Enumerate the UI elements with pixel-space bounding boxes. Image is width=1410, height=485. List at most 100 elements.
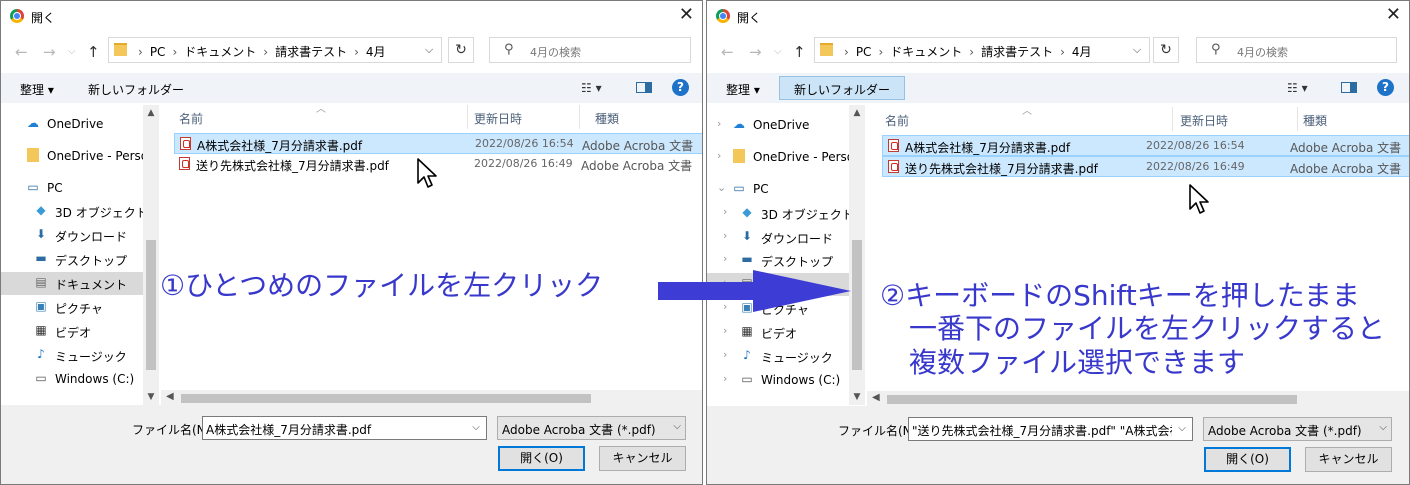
nav-item-3d-objects[interactable]: ◆ 3D オブジェクト bbox=[1, 200, 159, 223]
scroll-down-icon[interactable]: ▼ bbox=[849, 392, 865, 402]
help-icon[interactable]: ? bbox=[672, 79, 689, 96]
nav-item-onedrive-personal[interactable]: › OneDrive - Persor bbox=[707, 146, 865, 169]
nav-item-onedrive[interactable]: ☁ OneDrive bbox=[1, 113, 159, 136]
nav-item-3d-objects[interactable]: › ◆ 3D オブジェクト bbox=[707, 202, 865, 225]
scrollbar-thumb[interactable] bbox=[887, 395, 1297, 404]
chevron-right-icon[interactable]: › bbox=[723, 229, 727, 242]
recent-chevron-icon[interactable]: ⌵ bbox=[774, 46, 782, 57]
refresh-button[interactable]: ↻ bbox=[1153, 37, 1179, 63]
filetype-select[interactable]: Adobe Acroba 文書 (*.pdf) ⌵ bbox=[497, 416, 686, 440]
scroll-up-icon[interactable]: ▲ bbox=[849, 108, 865, 118]
scrollbar-thumb[interactable] bbox=[181, 394, 591, 403]
scroll-up-icon[interactable]: ▲ bbox=[143, 108, 159, 118]
nav-item-windows-c[interactable]: › ▭ Windows (C:) bbox=[707, 369, 865, 392]
chevron-right-icon[interactable]: › bbox=[723, 348, 727, 361]
column-type[interactable]: 種類 bbox=[1303, 112, 1327, 129]
view-options-icon[interactable]: ☷ ▾ bbox=[581, 81, 602, 95]
nav-item-downloads[interactable]: ⬇ ダウンロード bbox=[1, 224, 159, 247]
search-input[interactable]: ⚲ 4月の検索 bbox=[489, 37, 691, 63]
column-divider[interactable] bbox=[467, 105, 468, 129]
nav-item-onedrive[interactable]: › ☁ OneDrive bbox=[707, 114, 865, 137]
nav-item-onedrive-personal[interactable]: OneDrive - Persor bbox=[1, 145, 159, 168]
breadcrumb-april[interactable]: 4月 bbox=[1072, 45, 1092, 59]
column-divider[interactable] bbox=[1297, 107, 1298, 131]
scroll-left-icon[interactable]: ◀ bbox=[166, 391, 174, 402]
close-icon[interactable]: ✕ bbox=[1386, 5, 1401, 25]
new-folder-button[interactable]: 新しいフォルダー bbox=[779, 76, 906, 100]
breadcrumb-pc[interactable]: PC bbox=[856, 45, 872, 59]
chevron-right-icon[interactable]: › bbox=[723, 252, 727, 265]
scroll-left-icon[interactable]: ◀ bbox=[872, 392, 880, 403]
nav-item-music[interactable]: ♪ ミュージック bbox=[1, 344, 159, 367]
chevron-right-icon[interactable]: › bbox=[717, 117, 721, 130]
help-icon[interactable]: ? bbox=[1377, 79, 1394, 96]
up-icon[interactable]: ↑ bbox=[87, 43, 100, 61]
file-row[interactable]: 送り先株式会社様_7月分請求書.pdf 2022/08/26 16:49 Ado… bbox=[882, 156, 1409, 177]
forward-icon[interactable]: → bbox=[43, 43, 56, 61]
chevron-right-icon[interactable]: › bbox=[717, 149, 721, 162]
organize-button[interactable]: 整理 ▾ bbox=[20, 81, 54, 98]
close-icon[interactable]: ✕ bbox=[679, 5, 694, 25]
nav-item-pictures[interactable]: ▣ ピクチャ bbox=[1, 296, 159, 319]
scroll-down-icon[interactable]: ▼ bbox=[143, 392, 159, 402]
column-name[interactable]: 名前 bbox=[885, 112, 909, 129]
file-row[interactable]: A株式会社様_7月分請求書.pdf 2022/08/26 16:54 Adobe… bbox=[174, 133, 702, 154]
nav-item-pc[interactable]: ▭ PC bbox=[1, 177, 159, 200]
nav-item-downloads[interactable]: › ⬇ ダウンロード bbox=[707, 226, 865, 249]
nav-item-videos[interactable]: › ▦ ビデオ bbox=[707, 321, 865, 344]
cancel-button[interactable]: キャンセル bbox=[1305, 447, 1392, 472]
nav-item-desktop[interactable]: › ▬ デスクトップ bbox=[707, 249, 865, 272]
scrollbar-thumb[interactable] bbox=[146, 240, 156, 370]
nav-item-documents[interactable]: ▤ ドキュメント bbox=[1, 272, 159, 295]
nav-item-windows-c[interactable]: ▭ Windows (C:) bbox=[1, 368, 159, 391]
refresh-button[interactable]: ↻ bbox=[448, 37, 474, 63]
chevron-down-icon[interactable]: ⌵ bbox=[466, 417, 486, 439]
forward-icon[interactable]: → bbox=[749, 43, 762, 61]
chevron-right-icon[interactable]: › bbox=[723, 205, 727, 218]
filename-input[interactable]: A株式会社様_7月分請求書.pdf ⌵ bbox=[202, 416, 487, 440]
filename-input[interactable]: "送り先株式会社様_7月分請求書.pdf" "A株式会社 ⌵ bbox=[908, 417, 1193, 441]
column-divider[interactable] bbox=[1172, 107, 1173, 131]
breadcrumb-invoice-test[interactable]: 請求書テスト bbox=[981, 45, 1053, 59]
view-options-icon[interactable]: ☷ ▾ bbox=[1287, 81, 1308, 95]
address-bar[interactable]: › PC › ドキュメント › 請求書テスト › 4月 ⌵ bbox=[814, 37, 1150, 63]
breadcrumb-documents[interactable]: ドキュメント bbox=[184, 45, 256, 59]
breadcrumb-invoice-test[interactable]: 請求書テスト bbox=[275, 45, 347, 59]
nav-item-music[interactable]: › ♪ ミュージック bbox=[707, 345, 865, 368]
breadcrumb-documents[interactable]: ドキュメント bbox=[890, 45, 962, 59]
chevron-down-icon[interactable]: ⌵ bbox=[417, 38, 441, 62]
file-row[interactable]: A株式会社様_7月分請求書.pdf 2022/08/26 16:54 Adobe… bbox=[882, 135, 1409, 156]
chevron-right-icon[interactable]: › bbox=[723, 372, 727, 385]
breadcrumb-april[interactable]: 4月 bbox=[366, 45, 386, 59]
back-icon[interactable]: ← bbox=[721, 43, 734, 61]
column-name[interactable]: 名前 bbox=[179, 110, 203, 127]
breadcrumb-pc[interactable]: PC bbox=[150, 45, 166, 59]
open-button[interactable]: 開く(O) bbox=[1204, 447, 1291, 472]
chevron-down-icon[interactable]: ⌵ bbox=[1125, 38, 1149, 62]
cancel-button[interactable]: キャンセル bbox=[599, 446, 686, 471]
nav-item-desktop[interactable]: ▬ デスクトップ bbox=[1, 248, 159, 271]
address-bar[interactable]: › PC › ドキュメント › 請求書テスト › 4月 ⌵ bbox=[108, 37, 442, 63]
column-date[interactable]: 更新日時 bbox=[474, 110, 522, 127]
nav-pane-scrollbar[interactable]: ▲ ▼ bbox=[143, 105, 159, 405]
column-date[interactable]: 更新日時 bbox=[1180, 112, 1228, 129]
preview-pane-icon[interactable] bbox=[1341, 82, 1357, 93]
column-type[interactable]: 種類 bbox=[595, 110, 619, 127]
recent-chevron-icon[interactable]: ⌵ bbox=[68, 46, 76, 57]
open-button[interactable]: 開く(O) bbox=[498, 446, 585, 471]
nav-item-videos[interactable]: ▦ ビデオ bbox=[1, 320, 159, 343]
column-divider[interactable] bbox=[579, 105, 580, 129]
nav-item-pc[interactable]: ⌄ ▭ PC bbox=[707, 178, 865, 201]
preview-pane-icon[interactable] bbox=[636, 82, 652, 93]
filetype-select[interactable]: Adobe Acroba 文書 (*.pdf) ⌵ bbox=[1203, 417, 1392, 441]
chevron-down-icon[interactable]: ⌵ bbox=[1172, 418, 1192, 440]
new-folder-button[interactable]: 新しいフォルダー bbox=[88, 81, 184, 98]
organize-button[interactable]: 整理 ▾ bbox=[726, 81, 760, 98]
scrollbar-thumb[interactable] bbox=[852, 240, 862, 370]
up-icon[interactable]: ↑ bbox=[793, 43, 806, 61]
chevron-down-icon[interactable]: ⌄ bbox=[717, 181, 726, 194]
back-icon[interactable]: ← bbox=[15, 43, 28, 61]
search-input[interactable]: ⚲ 4月の検索 bbox=[1196, 37, 1397, 63]
nav-pane-scrollbar[interactable]: ▲ ▼ bbox=[849, 105, 865, 405]
chevron-right-icon[interactable]: › bbox=[723, 324, 727, 337]
